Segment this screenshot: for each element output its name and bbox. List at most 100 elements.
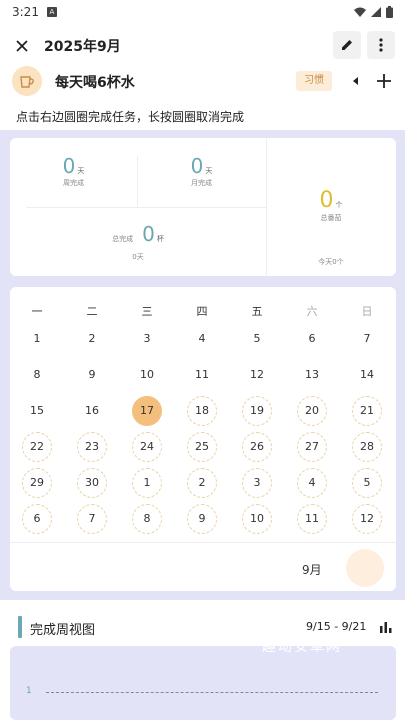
- calendar-day[interactable]: 28: [352, 432, 382, 462]
- caret-left-icon: [353, 77, 358, 85]
- instruction-text: 点击右边圆圈完成任务，长按圆圈取消完成: [16, 110, 245, 124]
- calendar-day[interactable]: 24: [132, 432, 162, 462]
- total-label: 总完成: [112, 235, 134, 243]
- status-bar: 3:21 A: [0, 0, 405, 24]
- calendar-day[interactable]: 13: [297, 360, 327, 390]
- habit-icon: [12, 66, 42, 96]
- cup-icon: [20, 76, 34, 88]
- add-button[interactable]: [372, 69, 396, 93]
- calendar-day[interactable]: 15: [22, 396, 52, 426]
- calendar-day[interactable]: 1: [132, 468, 162, 498]
- calendar-day[interactable]: 11: [187, 360, 217, 390]
- week-stat: 0天 周完成: [10, 154, 137, 188]
- calendar-day[interactable]: 16: [77, 396, 107, 426]
- month-unit: 天: [205, 167, 213, 175]
- total-days: 0天: [132, 253, 144, 261]
- weekly-view-title: 完成周视图: [30, 623, 96, 638]
- weekday-header: 六: [306, 305, 318, 318]
- calendar-day[interactable]: 7: [77, 504, 107, 534]
- calendar-day[interactable]: 29: [22, 468, 52, 498]
- weekly-view-header: 完成周视图 9/15 - 9/21: [0, 612, 405, 642]
- week-unit: 天: [77, 167, 85, 175]
- calendar-day[interactable]: 20: [297, 396, 327, 426]
- calendar-day[interactable]: 10: [132, 360, 162, 390]
- calendar-day[interactable]: 11: [297, 504, 327, 534]
- calendar-day[interactable]: 2: [187, 468, 217, 498]
- battery-icon: [386, 6, 393, 18]
- chart-axis-tick: 1: [26, 686, 32, 696]
- top-app-bar: 2025年9月: [0, 28, 405, 64]
- calendar-day[interactable]: 4: [297, 468, 327, 498]
- stats-card: 0天 周完成 0天 月完成 总完成 0杯 0天 0个 总番茄 今天0个: [10, 138, 396, 276]
- signal-icon: [371, 7, 381, 17]
- plus-icon: [377, 74, 391, 88]
- week-range[interactable]: 9/15 - 9/21: [306, 620, 366, 633]
- calendar-day[interactable]: 30: [77, 468, 107, 498]
- calendar-day[interactable]: 27: [297, 432, 327, 462]
- pomodoro-today: 今天0个: [318, 258, 344, 266]
- weekday-header: 一: [31, 305, 43, 318]
- close-icon: [16, 40, 28, 52]
- calendar-day[interactable]: 5: [242, 324, 272, 354]
- calendar-day[interactable]: 8: [132, 504, 162, 534]
- weekly-chart: 1: [10, 646, 396, 720]
- notification-badge-icon: A: [46, 7, 57, 17]
- bar-chart-icon[interactable]: [378, 619, 394, 635]
- more-vertical-icon: [379, 38, 383, 52]
- divider: [26, 207, 266, 208]
- wifi-icon: [354, 7, 366, 17]
- more-menu-button[interactable]: [367, 31, 395, 59]
- habit-name: 每天喝6杯水: [55, 75, 135, 91]
- calendar-day[interactable]: 9: [187, 504, 217, 534]
- calendar-day[interactable]: 7: [352, 324, 382, 354]
- watermark: 趣动安卓网: [262, 639, 342, 655]
- calendar-day[interactable]: 1: [22, 324, 52, 354]
- calendar-day[interactable]: 9: [77, 360, 107, 390]
- calendar-day[interactable]: 23: [77, 432, 107, 462]
- calendar-day-today[interactable]: 17: [132, 396, 162, 426]
- calendar-day[interactable]: 25: [187, 432, 217, 462]
- week-count: 0: [62, 154, 76, 178]
- calendar-day[interactable]: 2: [77, 324, 107, 354]
- pomodoro-stat: 0个 总番茄: [266, 188, 396, 223]
- total-stat: 总完成 0杯 0天: [10, 222, 266, 262]
- habit-header: 每天喝6杯水 习惯: [0, 64, 405, 98]
- edit-button[interactable]: [333, 31, 361, 59]
- calendar-day[interactable]: 14: [352, 360, 382, 390]
- weekday-header: 日: [361, 305, 373, 318]
- calendar-day[interactable]: 8: [22, 360, 52, 390]
- calendar-day[interactable]: 21: [352, 396, 382, 426]
- calendar-day[interactable]: 6: [22, 504, 52, 534]
- pomodoro-count: 0: [319, 188, 334, 213]
- calendar-day[interactable]: 19: [242, 396, 272, 426]
- calendar-card: 9月 一二三四五六日 1 2 3 4 5 6 7 8 9 10 11 12 13 14 15 16 17 18 19 2…: [10, 287, 396, 591]
- chart-gridline: [46, 692, 378, 693]
- total-unit: 杯: [156, 235, 164, 243]
- calendar-day[interactable]: 3: [242, 468, 272, 498]
- pencil-icon: [342, 40, 352, 50]
- weekday-header: 三: [141, 305, 153, 318]
- month-complete-circle[interactable]: [346, 549, 384, 587]
- calendar-day[interactable]: 4: [187, 324, 217, 354]
- calendar-day[interactable]: 3: [132, 324, 162, 354]
- close-button[interactable]: [0, 28, 44, 64]
- status-icons: [354, 6, 393, 18]
- calendar-day[interactable]: 12: [352, 504, 382, 534]
- collapse-button[interactable]: [346, 71, 366, 91]
- weekday-header: 四: [196, 305, 208, 318]
- month-count: 0: [190, 154, 204, 178]
- weekday-header: 五: [251, 305, 263, 318]
- section-accent-bar: [18, 616, 22, 638]
- month-stat: 0天 月完成: [137, 154, 266, 188]
- calendar-day[interactable]: 5: [352, 468, 382, 498]
- calendar-day[interactable]: 26: [242, 432, 272, 462]
- calendar-day[interactable]: 18: [187, 396, 217, 426]
- calendar-day[interactable]: 6: [297, 324, 327, 354]
- page-title: 2025年9月: [44, 39, 121, 55]
- pomodoro-unit: 个: [335, 201, 343, 209]
- calendar-month-label: 9月: [302, 563, 322, 577]
- calendar-day[interactable]: 22: [22, 432, 52, 462]
- calendar-day[interactable]: 12: [242, 360, 272, 390]
- month-label: 月完成: [191, 179, 212, 187]
- calendar-day[interactable]: 10: [242, 504, 272, 534]
